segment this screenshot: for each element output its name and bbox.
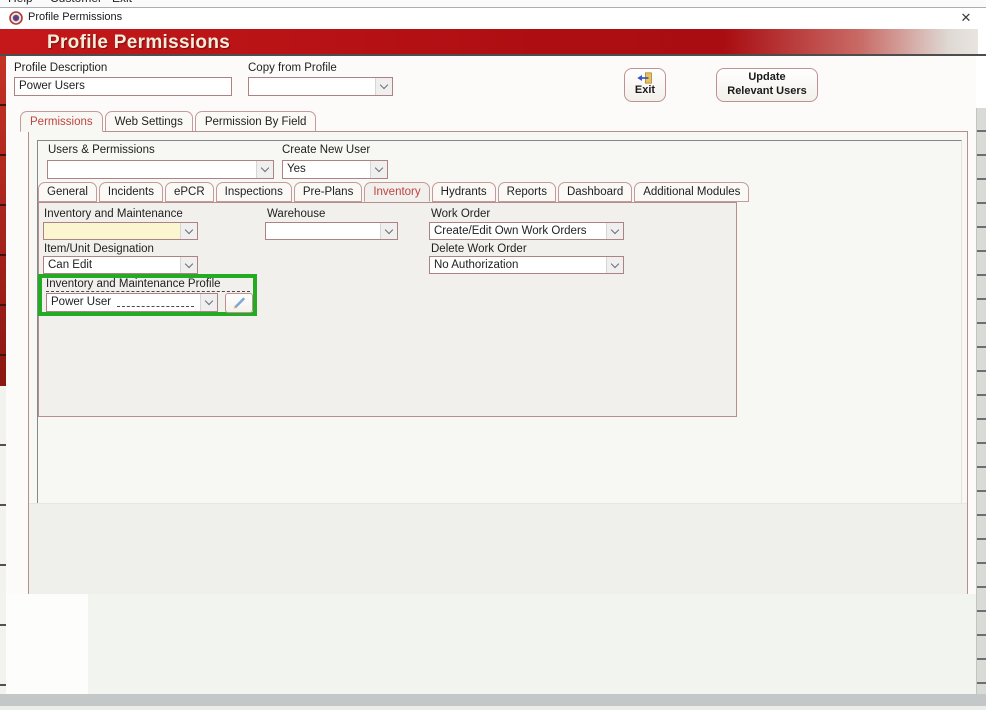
- tab-general[interactable]: General: [38, 182, 97, 202]
- inventory-profile-value: Power User: [51, 296, 111, 311]
- window-titlebar: Profile Permissions ✕: [0, 8, 986, 29]
- inventory-tab-panel: Inventory and Maintenance Item/Unit Desi…: [38, 202, 737, 417]
- tab-incidents[interactable]: Incidents: [99, 182, 163, 202]
- create-new-user-select[interactable]: Yes: [282, 160, 388, 179]
- chevron-down-icon[interactable]: [606, 223, 623, 239]
- main-tab-bar: Permissions Web Settings Permission By F…: [20, 109, 316, 132]
- tab-permissions[interactable]: Permissions: [20, 111, 103, 132]
- close-icon[interactable]: ✕: [956, 9, 976, 27]
- item-unit-designation-value: Can Edit: [44, 257, 180, 273]
- tab-permission-by-field[interactable]: Permission By Field: [195, 111, 317, 132]
- copy-from-profile-select[interactable]: [248, 77, 393, 96]
- tab-pre-plans[interactable]: Pre-Plans: [294, 182, 363, 202]
- banner: Profile Permissions: [0, 29, 978, 54]
- tab-inspections[interactable]: Inspections: [216, 182, 292, 202]
- chevron-down-icon[interactable]: [256, 161, 273, 178]
- bottom-window-edge-light: [0, 706, 986, 710]
- warehouse-value: [266, 223, 380, 239]
- inventory-profile-label: Inventory and Maintenance Profile: [46, 278, 253, 290]
- update-button-line1: Update: [748, 71, 785, 85]
- item-unit-designation-select[interactable]: Can Edit: [43, 256, 198, 274]
- focus-dashes: [117, 306, 194, 307]
- profile-description-input[interactable]: Power Users: [14, 77, 232, 96]
- update-button-line2: Relevant Users: [727, 85, 807, 99]
- dialog-lower-patch: [6, 594, 88, 694]
- tab-web-settings[interactable]: Web Settings: [105, 111, 193, 132]
- create-new-user-label: Create New User: [282, 144, 370, 156]
- left-window-edge-lower: [0, 386, 6, 694]
- chevron-down-icon[interactable]: [380, 223, 397, 239]
- focus-dashes: [46, 291, 250, 292]
- item-unit-designation-label: Item/Unit Designation: [44, 243, 154, 255]
- inventory-and-maintenance-label: Inventory and Maintenance: [44, 208, 183, 220]
- bottom-window-edge: [0, 694, 986, 706]
- background-menu-customer: Customer: [50, 0, 102, 5]
- work-order-label: Work Order: [431, 208, 490, 220]
- inventory-and-maintenance-select[interactable]: [43, 222, 198, 240]
- inventory-and-maintenance-value: [44, 223, 180, 239]
- delete-work-order-label: Delete Work Order: [431, 243, 527, 255]
- warehouse-label: Warehouse: [267, 208, 325, 220]
- update-relevant-users-button[interactable]: Update Relevant Users: [716, 68, 818, 102]
- window-title: Profile Permissions: [28, 11, 122, 23]
- copy-from-profile-label: Copy from Profile: [248, 62, 337, 74]
- chevron-down-icon[interactable]: [375, 78, 392, 95]
- page-title: Profile Permissions: [47, 32, 230, 54]
- tab-hydrants[interactable]: Hydrants: [432, 182, 496, 202]
- users-permissions-value: [48, 161, 256, 178]
- tab-additional-modules[interactable]: Additional Modules: [634, 182, 749, 202]
- chevron-down-icon[interactable]: [180, 223, 197, 239]
- exit-button-label: Exit: [635, 84, 655, 98]
- work-order-select[interactable]: Create/Edit Own Work Orders: [429, 222, 624, 240]
- background-menu-exit: Exit: [112, 0, 132, 5]
- background-menu-bar: Help Customer Exit: [0, 0, 986, 8]
- inventory-profile-select[interactable]: Power User: [46, 293, 218, 312]
- tab-reports[interactable]: Reports: [498, 182, 556, 202]
- users-permissions-select[interactable]: [47, 160, 274, 179]
- warehouse-select[interactable]: [265, 222, 398, 240]
- module-tab-bar: General Incidents ePCR Inspections Pre-P…: [38, 180, 749, 202]
- profile-description-label: Profile Description: [14, 62, 107, 74]
- work-order-value: Create/Edit Own Work Orders: [430, 223, 606, 239]
- chevron-down-icon[interactable]: [180, 257, 197, 273]
- delete-work-order-select[interactable]: No Authorization: [429, 256, 624, 274]
- create-new-user-value: Yes: [283, 161, 370, 178]
- app-badge-icon: [9, 11, 23, 25]
- copy-from-profile-value: [249, 78, 375, 95]
- tab-dashboard[interactable]: Dashboard: [558, 182, 632, 202]
- panel-lower-band: [29, 503, 967, 594]
- tab-inventory[interactable]: Inventory: [364, 182, 429, 202]
- users-permissions-label: Users & Permissions: [48, 144, 155, 156]
- edit-profile-button[interactable]: [225, 293, 253, 313]
- right-window-edge: [976, 108, 986, 694]
- delete-work-order-value: No Authorization: [430, 257, 606, 273]
- exit-button[interactable]: Exit: [624, 68, 666, 102]
- tab-epcr[interactable]: ePCR: [165, 182, 214, 202]
- chevron-down-icon[interactable]: [370, 161, 387, 178]
- chevron-down-icon[interactable]: [200, 294, 217, 311]
- pencil-icon: [232, 296, 246, 310]
- inventory-profile-highlight-box: Inventory and Maintenance Profile Power …: [38, 274, 257, 316]
- exit-door-icon: [636, 72, 654, 84]
- background-menu-help: Help: [8, 0, 33, 5]
- chevron-down-icon[interactable]: [606, 257, 623, 273]
- permissions-panel: Users & Permissions Create New User Yes …: [28, 131, 968, 594]
- left-window-edge: [0, 56, 6, 386]
- dialog-lower-area: [6, 594, 976, 694]
